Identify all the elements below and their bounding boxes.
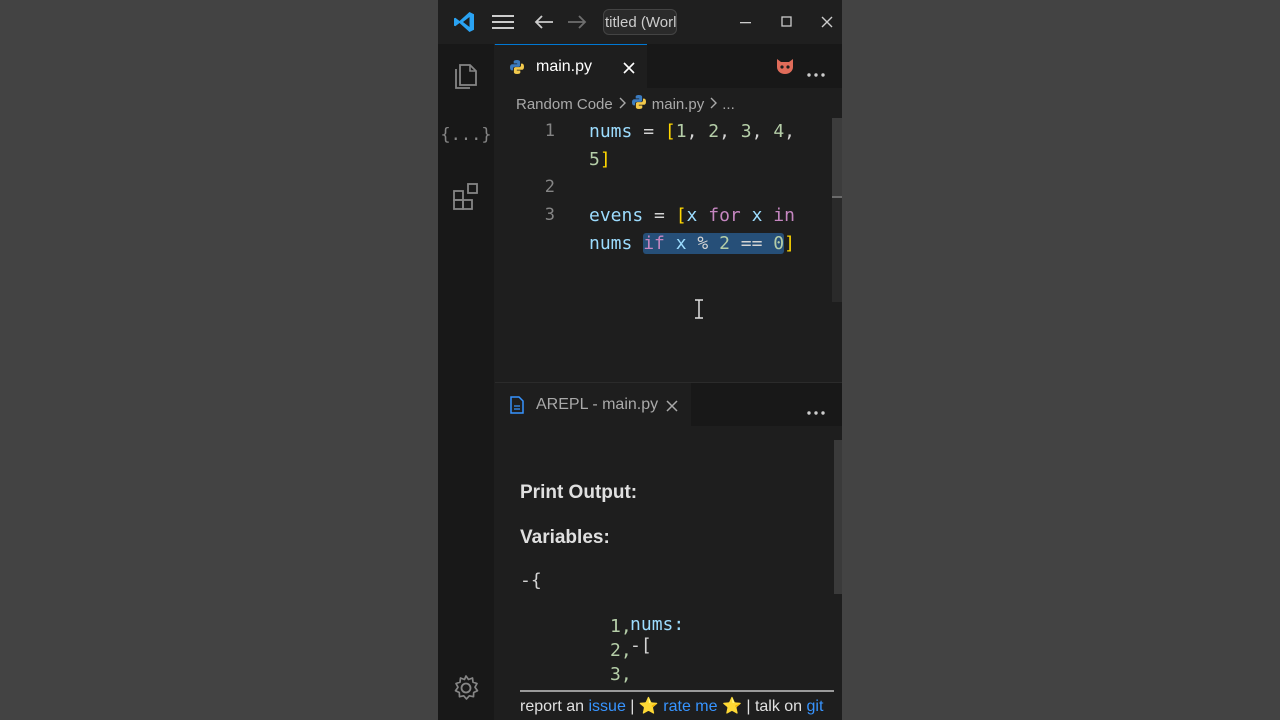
- panel-scrollbar[interactable]: [834, 440, 842, 594]
- variable-key: nums:: [630, 614, 685, 635]
- variables-open-brace[interactable]: -{: [520, 570, 542, 591]
- maximize-icon[interactable]: [775, 0, 799, 44]
- python-file-icon: [509, 59, 525, 80]
- vscode-logo-icon: [444, 0, 484, 44]
- tab-arepl-label: AREPL - main.py: [536, 396, 659, 413]
- arepl-output-panel: Print Output: Variables: -{ nums: -[ 1, …: [495, 426, 842, 720]
- close-tab-icon[interactable]: [666, 399, 678, 417]
- menu-icon[interactable]: [488, 0, 518, 44]
- code-line-1[interactable]: nums = [1, 2, 3, 4, 5]: [589, 118, 795, 174]
- copilot-face-icon[interactable]: [775, 57, 795, 80]
- git-link[interactable]: git: [807, 698, 824, 715]
- editor-scrollbar[interactable]: [832, 118, 842, 302]
- close-tab-icon[interactable]: [623, 61, 635, 79]
- rate-me-link[interactable]: rate me: [663, 698, 717, 715]
- print-output-heading: Print Output:: [520, 482, 638, 503]
- title-bar: titled (Worl: [438, 0, 842, 45]
- arepl-footer: report an issue | ⭐ rate me ⭐ | talk on …: [520, 690, 834, 720]
- more-actions-icon[interactable]: [807, 402, 825, 420]
- variables-heading: Variables:: [520, 527, 610, 548]
- code-editor[interactable]: 1 2 3 nums = [1, 2, 3, 4, 5] evens = [x …: [495, 118, 842, 380]
- variable-open-bracket[interactable]: -[: [630, 635, 652, 656]
- chevron-right-icon: [709, 96, 718, 113]
- more-actions-icon[interactable]: [807, 64, 825, 82]
- json-braces-icon[interactable]: {...}: [440, 117, 491, 153]
- panel-tab-bar: AREPL - main.py: [495, 382, 842, 427]
- variable-value: 2,: [610, 640, 632, 661]
- star-icon: ⭐: [638, 698, 659, 715]
- tab-main-py[interactable]: main.py: [495, 44, 647, 88]
- close-window-icon[interactable]: [815, 0, 839, 44]
- editor-tab-bar: main.py: [495, 44, 842, 88]
- breadcrumb: Random Code main.py ...: [516, 92, 735, 116]
- breadcrumb-file[interactable]: main.py: [652, 96, 705, 113]
- command-center-title[interactable]: titled (Worl: [603, 9, 677, 35]
- footer-separator: | talk on: [741, 698, 807, 715]
- line-number: 1: [544, 121, 555, 141]
- variable-value: 1,: [610, 616, 632, 637]
- footer-text: report an: [520, 698, 589, 715]
- file-icon: [509, 396, 525, 419]
- extensions-icon[interactable]: [448, 178, 484, 214]
- variable-value: 3,: [610, 664, 632, 685]
- report-issue-link[interactable]: issue: [588, 698, 625, 715]
- star-icon: ⭐: [721, 698, 742, 715]
- breadcrumb-folder[interactable]: Random Code: [516, 96, 613, 113]
- code-line-3[interactable]: evens = [x for x in nums if x % 2 == 0]: [589, 202, 795, 258]
- vscode-window: titled (Worl {...} main.py Random Code m…: [438, 0, 842, 720]
- python-file-icon: [631, 94, 647, 114]
- back-arrow-icon[interactable]: [530, 0, 558, 44]
- explorer-files-icon[interactable]: [448, 56, 484, 92]
- line-number: 3: [544, 205, 555, 225]
- tab-arepl-main-py[interactable]: AREPL - main.py: [495, 383, 691, 427]
- minimize-icon[interactable]: [734, 0, 758, 44]
- editor-scrollbar-thumb[interactable]: [832, 118, 842, 196]
- line-number: 2: [544, 177, 555, 197]
- forward-arrow-icon[interactable]: [563, 0, 591, 44]
- breadcrumb-more[interactable]: ...: [722, 96, 735, 113]
- activity-bar: {...}: [438, 44, 494, 720]
- text-cursor-icon: [694, 299, 704, 324]
- footer-separator: |: [625, 698, 639, 715]
- chevron-right-icon: [618, 96, 626, 113]
- tab-main-py-label: main.py: [536, 58, 593, 75]
- settings-gear-icon[interactable]: [448, 670, 484, 706]
